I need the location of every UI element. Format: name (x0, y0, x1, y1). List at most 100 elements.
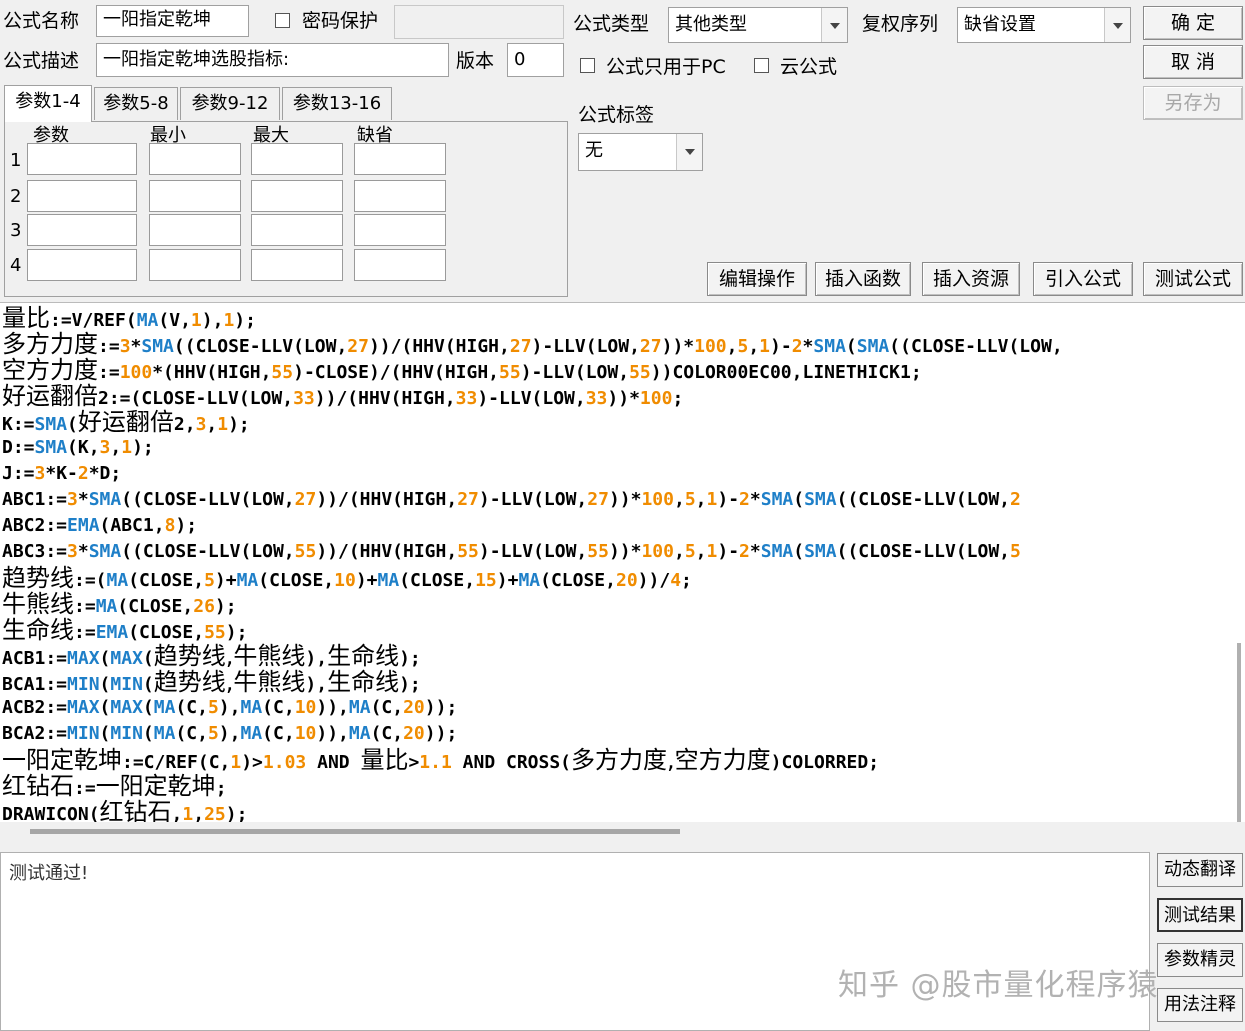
param-min-input[interactable] (149, 180, 241, 212)
code-token: SMA (760, 541, 794, 562)
tab-params-5-8[interactable]: 参数5-8 (94, 87, 178, 120)
dynamic-translate-button[interactable]: 动态翻译 (1157, 853, 1243, 887)
cloud-formula-checkbox[interactable] (754, 58, 769, 73)
param-max-input[interactable] (251, 214, 343, 246)
code-token: 1 (182, 804, 194, 822)
import-formula-button[interactable]: 引入公式 (1033, 262, 1133, 296)
code-token: BCA1:= (2, 674, 68, 695)
scrollbar-thumb[interactable] (30, 829, 680, 834)
test-result-button[interactable]: 测试结果 (1157, 898, 1243, 932)
code-token: 5 (207, 723, 219, 744)
pc-only-checkbox[interactable] (580, 58, 595, 73)
code-line[interactable]: ACB2:=MAX(MAX(MA(C,5),MA(C,10)),MA(C,20)… (2, 695, 1219, 721)
code-line[interactable]: 量比:=V/REF(MA(V,1),1); (2, 305, 1219, 331)
code-token: )), (316, 723, 349, 744)
param-default-input[interactable] (354, 180, 446, 212)
formula-name-input[interactable]: 一阳指定乾坤 (96, 5, 249, 37)
usage-notes-button[interactable]: 用法注释 (1157, 988, 1243, 1022)
code-line[interactable]: ACB1:=MAX(MAX(趋势线,牛熊线),生命线); (2, 643, 1219, 669)
code-editor[interactable]: 量比:=V/REF(MA(V,1),1); 多方力度:=3*SMA((CLOSE-… (0, 302, 1245, 822)
code-line[interactable]: 空方力度:=100*(HHV(HIGH,55)-CLOSE)/(HHV(HIGH… (2, 357, 1219, 383)
code-line[interactable]: 牛熊线:=MA(CLOSE,26); (2, 591, 1219, 617)
ok-button[interactable]: 确 定 (1143, 6, 1243, 40)
code-token: D:= (2, 437, 35, 458)
code-token: 4 (670, 570, 682, 591)
code-text[interactable]: 量比:=V/REF(MA(V,1),1); 多方力度:=3*SMA((CLOSE-… (2, 305, 1219, 822)
code-token: )+ (214, 570, 237, 591)
password-checkbox[interactable] (275, 13, 290, 28)
code-token: ), (201, 310, 224, 331)
code-line[interactable]: J:=3*K-2*D; (2, 461, 1219, 487)
insert-function-button[interactable]: 插入函数 (815, 262, 911, 296)
chevron-down-icon[interactable] (1104, 8, 1130, 42)
code-line[interactable]: 红钻石:=一阳定乾坤; (2, 773, 1219, 799)
code-line[interactable]: 趋势线:=(MA(CLOSE,5)+MA(CLOSE,10)+MA(CLOSE,… (2, 565, 1219, 591)
code-token: 10 (294, 723, 317, 744)
param-name-input[interactable] (27, 249, 137, 281)
code-token: 2 (1010, 489, 1021, 510)
param-max-input[interactable] (251, 180, 343, 212)
param-min-input[interactable] (149, 214, 241, 246)
param-min-input[interactable] (149, 249, 241, 281)
formula-type-select[interactable]: 其他类型 (668, 7, 848, 43)
code-token: )- (717, 541, 740, 562)
param-wizard-button[interactable]: 参数精灵 (1157, 943, 1243, 977)
code-token: (CLOSE, (128, 570, 205, 591)
code-line[interactable]: 多方力度:=3*SMA((CLOSE-LLV(LOW,27))/(HHV(HIG… (2, 331, 1219, 357)
code-line[interactable]: BCA2:=MIN(MIN(MA(C,5),MA(C,10)),MA(C,20)… (2, 721, 1219, 747)
param-max-input[interactable] (251, 143, 343, 175)
restore-sequence-select[interactable]: 缺省设置 (957, 7, 1131, 43)
code-line[interactable]: 一阳定乾坤:=C/REF(C,1)>1.03 AND 量比>1.1 AND CR… (2, 747, 1219, 773)
code-token: ( (99, 648, 111, 669)
code-token: *D; (88, 463, 122, 484)
save-as-button: 另存为 (1143, 86, 1243, 120)
code-token: *(HHV(HIGH, (152, 362, 272, 383)
code-token: EMA (67, 515, 100, 536)
formula-desc-input[interactable]: 一阳指定乾坤选股指标: (96, 43, 449, 77)
version-input[interactable]: 0 (507, 43, 564, 77)
test-formula-button[interactable]: 测试公式 (1143, 262, 1243, 296)
code-token: 一阳定乾坤 (95, 773, 216, 799)
tab-params-9-12[interactable]: 参数9-12 (180, 87, 280, 120)
code-token: (C, (175, 723, 208, 744)
param-name-input[interactable] (27, 180, 137, 212)
code-token: 1 (121, 437, 133, 458)
insert-resource-button[interactable]: 插入资源 (922, 262, 1020, 296)
code-token: :=C/REF(C, (122, 752, 231, 773)
code-line[interactable]: K:=SMA(好运翻倍2,3,1); (2, 409, 1219, 435)
horizontal-scrollbar[interactable] (0, 822, 1245, 842)
code-token: 2 (739, 541, 750, 562)
param-default-input[interactable] (354, 143, 446, 175)
code-token: 15 (475, 570, 497, 591)
version-label: 版本 (456, 50, 495, 72)
code-line[interactable]: ABC1:=3*SMA((CLOSE-LLV(LOW,27))/(HHV(HIG… (2, 487, 1219, 513)
code-line[interactable]: ABC2:=EMA(ABC1,8); (2, 513, 1219, 539)
code-line[interactable]: D:=SMA(K,3,1); (2, 435, 1219, 461)
code-token: 1.03 (262, 752, 307, 773)
tab-params-13-16[interactable]: 参数13-16 (282, 87, 392, 120)
formula-tag-select[interactable]: 无 (578, 133, 703, 171)
code-line[interactable]: 生命线:=EMA(CLOSE,55); (2, 617, 1219, 643)
param-min-input[interactable] (149, 143, 241, 175)
param-max-input[interactable] (251, 249, 343, 281)
param-default-input[interactable] (354, 249, 446, 281)
code-token: ABC2:= (2, 515, 68, 536)
code-line[interactable]: DRAWICON(红钻石,1,25); (2, 799, 1219, 822)
tab-params-1-4[interactable]: 参数1-4 (4, 85, 92, 122)
code-line[interactable]: 好运翻倍2:=(CLOSE-LLV(LOW,33))/(HHV(HIGH,33)… (2, 383, 1219, 409)
param-name-input[interactable] (27, 143, 137, 175)
vertical-scrollbar[interactable] (1237, 643, 1241, 822)
param-default-input[interactable] (354, 214, 446, 246)
code-token: (K, (67, 437, 100, 458)
cancel-button[interactable]: 取 消 (1143, 45, 1243, 79)
code-line[interactable]: ABC3:=3*SMA((CLOSE-LLV(LOW,55))/(HHV(HIG… (2, 539, 1219, 565)
code-token: ( (67, 414, 78, 435)
param-name-input[interactable] (27, 214, 137, 246)
code-token: MA (518, 570, 541, 591)
code-token: 55 (204, 622, 226, 643)
chevron-down-icon[interactable] (821, 8, 847, 42)
code-token: ))* (661, 336, 695, 357)
edit-operations-button[interactable]: 编辑操作 (707, 262, 807, 296)
code-line[interactable]: BCA1:=MIN(MIN(趋势线,牛熊线),生命线); (2, 669, 1219, 695)
chevron-down-icon[interactable] (676, 134, 702, 170)
